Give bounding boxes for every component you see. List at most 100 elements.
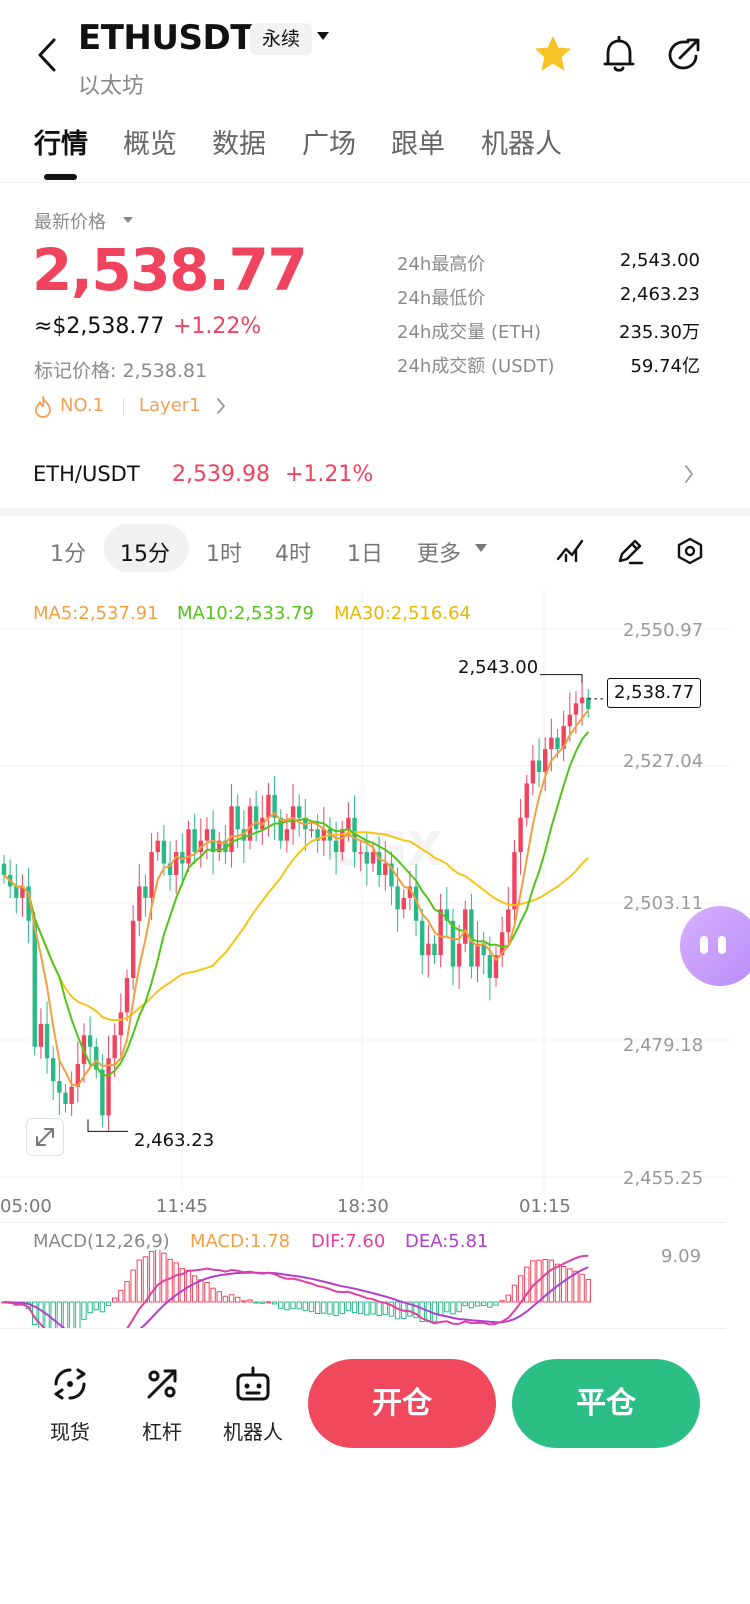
macd-bar — [358, 1301, 364, 1314]
macd-bar — [370, 1301, 376, 1315]
macd-bar — [235, 1296, 241, 1303]
macd-bar — [394, 1301, 401, 1320]
candle-body — [284, 829, 290, 841]
candle-body — [524, 783, 529, 818]
tab-market[interactable]: 行情 — [34, 122, 88, 161]
macd-chart[interactable] — [0, 1250, 726, 1328]
candle-body — [44, 1023, 50, 1059]
tab-overview[interactable]: 概览 — [123, 122, 177, 161]
tab-robot[interactable]: 机器人 — [481, 122, 562, 161]
draw-pen-icon[interactable] — [616, 537, 644, 565]
candle-body — [106, 1058, 111, 1116]
leverage-label: 杠杆 — [142, 1420, 182, 1444]
caret-down-icon[interactable] — [474, 543, 488, 553]
y-tick: 2,455.25 — [623, 1168, 704, 1189]
interval-1m[interactable]: 1分 — [50, 536, 86, 568]
interval-1h[interactable]: 1时 — [206, 536, 242, 568]
spot-label: 现货 — [50, 1420, 90, 1444]
candle-body — [426, 943, 431, 956]
macd-bar — [222, 1295, 229, 1303]
candle-body — [555, 737, 560, 750]
close-position-button[interactable]: 平仓 — [512, 1359, 700, 1448]
interval-4h[interactable]: 4时 — [275, 536, 311, 568]
chevron-right-icon[interactable] — [684, 465, 694, 483]
macd-bar — [99, 1301, 106, 1313]
candle-body — [149, 852, 154, 898]
fullscreen-button[interactable] — [26, 1118, 64, 1156]
caret-down-icon[interactable] — [122, 216, 134, 224]
tab-square[interactable]: 广场 — [302, 122, 356, 161]
candle-body — [14, 886, 19, 898]
bell-icon[interactable] — [602, 36, 636, 74]
macd-bar — [204, 1282, 210, 1303]
macd-bar — [191, 1275, 198, 1303]
low-marker-label: 2,463.23 — [134, 1130, 215, 1151]
candle-body — [340, 829, 345, 853]
macd-bar — [253, 1301, 259, 1304]
stat-low-label: 24h最低价 — [397, 288, 486, 309]
macd-bar — [548, 1259, 555, 1303]
candle-body — [364, 852, 370, 864]
candle-body — [383, 863, 388, 876]
tab-copy-trade[interactable]: 跟单 — [391, 122, 445, 161]
caret-down-icon[interactable] — [316, 31, 330, 41]
candle-body — [266, 794, 271, 818]
back-button[interactable] — [34, 38, 62, 72]
macd-bar — [314, 1301, 321, 1315]
macd-bar — [118, 1289, 124, 1303]
macd-value: MACD:1.78 — [190, 1231, 291, 1252]
macd-bar — [93, 1301, 99, 1311]
stat-volume-label: 24h成交量 (ETH) — [397, 322, 541, 343]
contract-type-badge[interactable]: 永续 — [250, 23, 313, 55]
macd-bar — [567, 1268, 573, 1303]
candle-body — [192, 829, 197, 853]
stat-volume-value: 235.30万 — [619, 322, 700, 343]
y-tick: 2,503.11 — [623, 893, 704, 914]
stat-turnover-value: 59.74亿 — [630, 356, 700, 377]
macd-bar — [585, 1278, 591, 1303]
candle-body — [309, 829, 314, 831]
interval-more[interactable]: 更多 — [417, 536, 461, 568]
y-tick: 2,550.97 — [623, 620, 704, 641]
macd-bar — [327, 1301, 333, 1315]
ma5-legend: MA5:2,537.91 — [33, 603, 159, 624]
interval-15m[interactable]: 15分 — [120, 536, 170, 568]
tab-data[interactable]: 数据 — [212, 122, 266, 161]
candle-body — [456, 943, 462, 967]
stat-high-value: 2,543.00 — [619, 250, 700, 271]
macd-bar — [247, 1299, 253, 1303]
interval-1d[interactable]: 1日 — [347, 536, 383, 568]
usd-equivalent: ≈$2,538.77 — [34, 314, 165, 339]
macd-bar — [364, 1301, 370, 1316]
candle-body — [297, 806, 302, 818]
candle-body — [463, 909, 468, 944]
macd-bar — [345, 1301, 352, 1312]
star-icon[interactable] — [534, 36, 572, 72]
category-tag[interactable]: Layer1 — [139, 395, 201, 416]
low-marker-line — [87, 1119, 128, 1132]
active-tab-indicator — [44, 174, 77, 180]
macd-bar — [87, 1301, 93, 1314]
indicator-icon[interactable] — [556, 537, 584, 563]
macd-bar — [278, 1301, 284, 1309]
rank-tag[interactable]: NO.1 — [60, 395, 104, 416]
leverage-action[interactable]: 杠杆 — [136, 1362, 188, 1444]
spot-action[interactable]: 现货 — [44, 1362, 96, 1444]
settings-icon[interactable] — [676, 537, 704, 565]
macd-bar — [241, 1300, 247, 1303]
candle-body — [155, 840, 160, 853]
open-position-button[interactable]: 开仓 — [308, 1359, 496, 1448]
last-price-label[interactable]: 最新价格 — [34, 208, 106, 234]
spot-pair-name[interactable]: ETH/USDT — [33, 462, 140, 486]
macd-bar — [505, 1294, 512, 1303]
chevron-right-icon[interactable] — [216, 398, 226, 414]
share-icon[interactable] — [666, 36, 702, 72]
macd-bar — [284, 1301, 290, 1311]
candle-body — [506, 909, 511, 933]
assistant-bubble[interactable] — [680, 906, 750, 986]
macd-bar — [155, 1250, 161, 1303]
candle-body — [518, 817, 523, 853]
robot-action[interactable]: 机器人 — [220, 1362, 286, 1444]
candle-body — [432, 943, 437, 956]
high-marker-line — [540, 674, 583, 683]
